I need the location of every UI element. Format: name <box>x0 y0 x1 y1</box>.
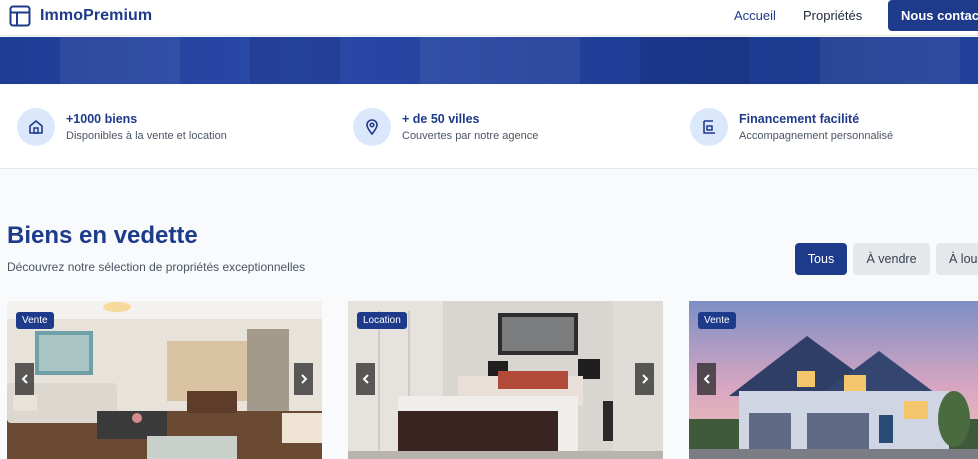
carousel-next-button[interactable] <box>635 363 654 395</box>
feature-subtitle: Couvertes par notre agence <box>402 130 539 142</box>
filter-rent-button[interactable]: À lou <box>936 243 978 275</box>
property-card[interactable]: Vente <box>7 301 322 459</box>
section-title: Biens en vedette <box>7 222 198 249</box>
carousel-prev-button[interactable] <box>15 363 34 395</box>
property-card[interactable]: Vente <box>689 301 978 459</box>
chevron-right-icon <box>641 374 648 384</box>
filter-sale-button[interactable]: À vendre <box>853 243 930 275</box>
features-band: +1000 biens Disponibles à la vente et lo… <box>0 85 978 169</box>
carousel-prev-button[interactable] <box>697 363 716 395</box>
listing-type-badge: Vente <box>16 312 54 329</box>
top-navbar: ImmoPremium Accueil Propriétés Nous cont… <box>0 0 978 36</box>
property-card[interactable]: Location <box>348 301 663 459</box>
feature-cities: + de 50 villes Couvertes par notre agenc… <box>353 85 538 169</box>
nav-link-accueil[interactable]: Accueil <box>734 8 776 23</box>
finance-icon <box>690 108 728 146</box>
map-pin-icon <box>353 108 391 146</box>
contact-button[interactable]: Nous contac <box>888 0 978 31</box>
feature-title: Financement facilité <box>739 112 860 126</box>
feature-financing: Financement facilité Accompagnement pers… <box>690 85 893 169</box>
brand-logo-link[interactable]: ImmoPremium <box>9 5 152 27</box>
feature-properties-count: +1000 biens Disponibles à la vente et lo… <box>17 85 227 169</box>
chevron-left-icon <box>362 374 369 384</box>
feature-subtitle: Disponibles à la vente et location <box>66 130 227 142</box>
house-icon <box>17 108 55 146</box>
listing-type-badge: Vente <box>698 312 736 329</box>
feature-subtitle: Accompagnement personnalisé <box>739 130 894 142</box>
carousel-next-button[interactable] <box>294 363 313 395</box>
chevron-left-icon <box>21 374 28 384</box>
filter-all-button[interactable]: Tous <box>795 243 847 275</box>
chevron-right-icon <box>300 374 307 384</box>
listing-type-badge: Location <box>357 312 407 329</box>
brand-name: ImmoPremium <box>40 7 153 24</box>
property-image-living-room <box>7 301 322 459</box>
layout-logo-icon <box>9 5 31 27</box>
nav-link-proprietes[interactable]: Propriétés <box>803 8 862 23</box>
chevron-left-icon <box>703 374 710 384</box>
feature-title: +1000 biens <box>66 112 138 126</box>
hero-banner-image <box>0 37 978 84</box>
feature-title: + de 50 villes <box>402 112 480 126</box>
section-subtitle: Découvrez notre sélection de propriétés … <box>7 260 306 274</box>
carousel-prev-button[interactable] <box>356 363 375 395</box>
